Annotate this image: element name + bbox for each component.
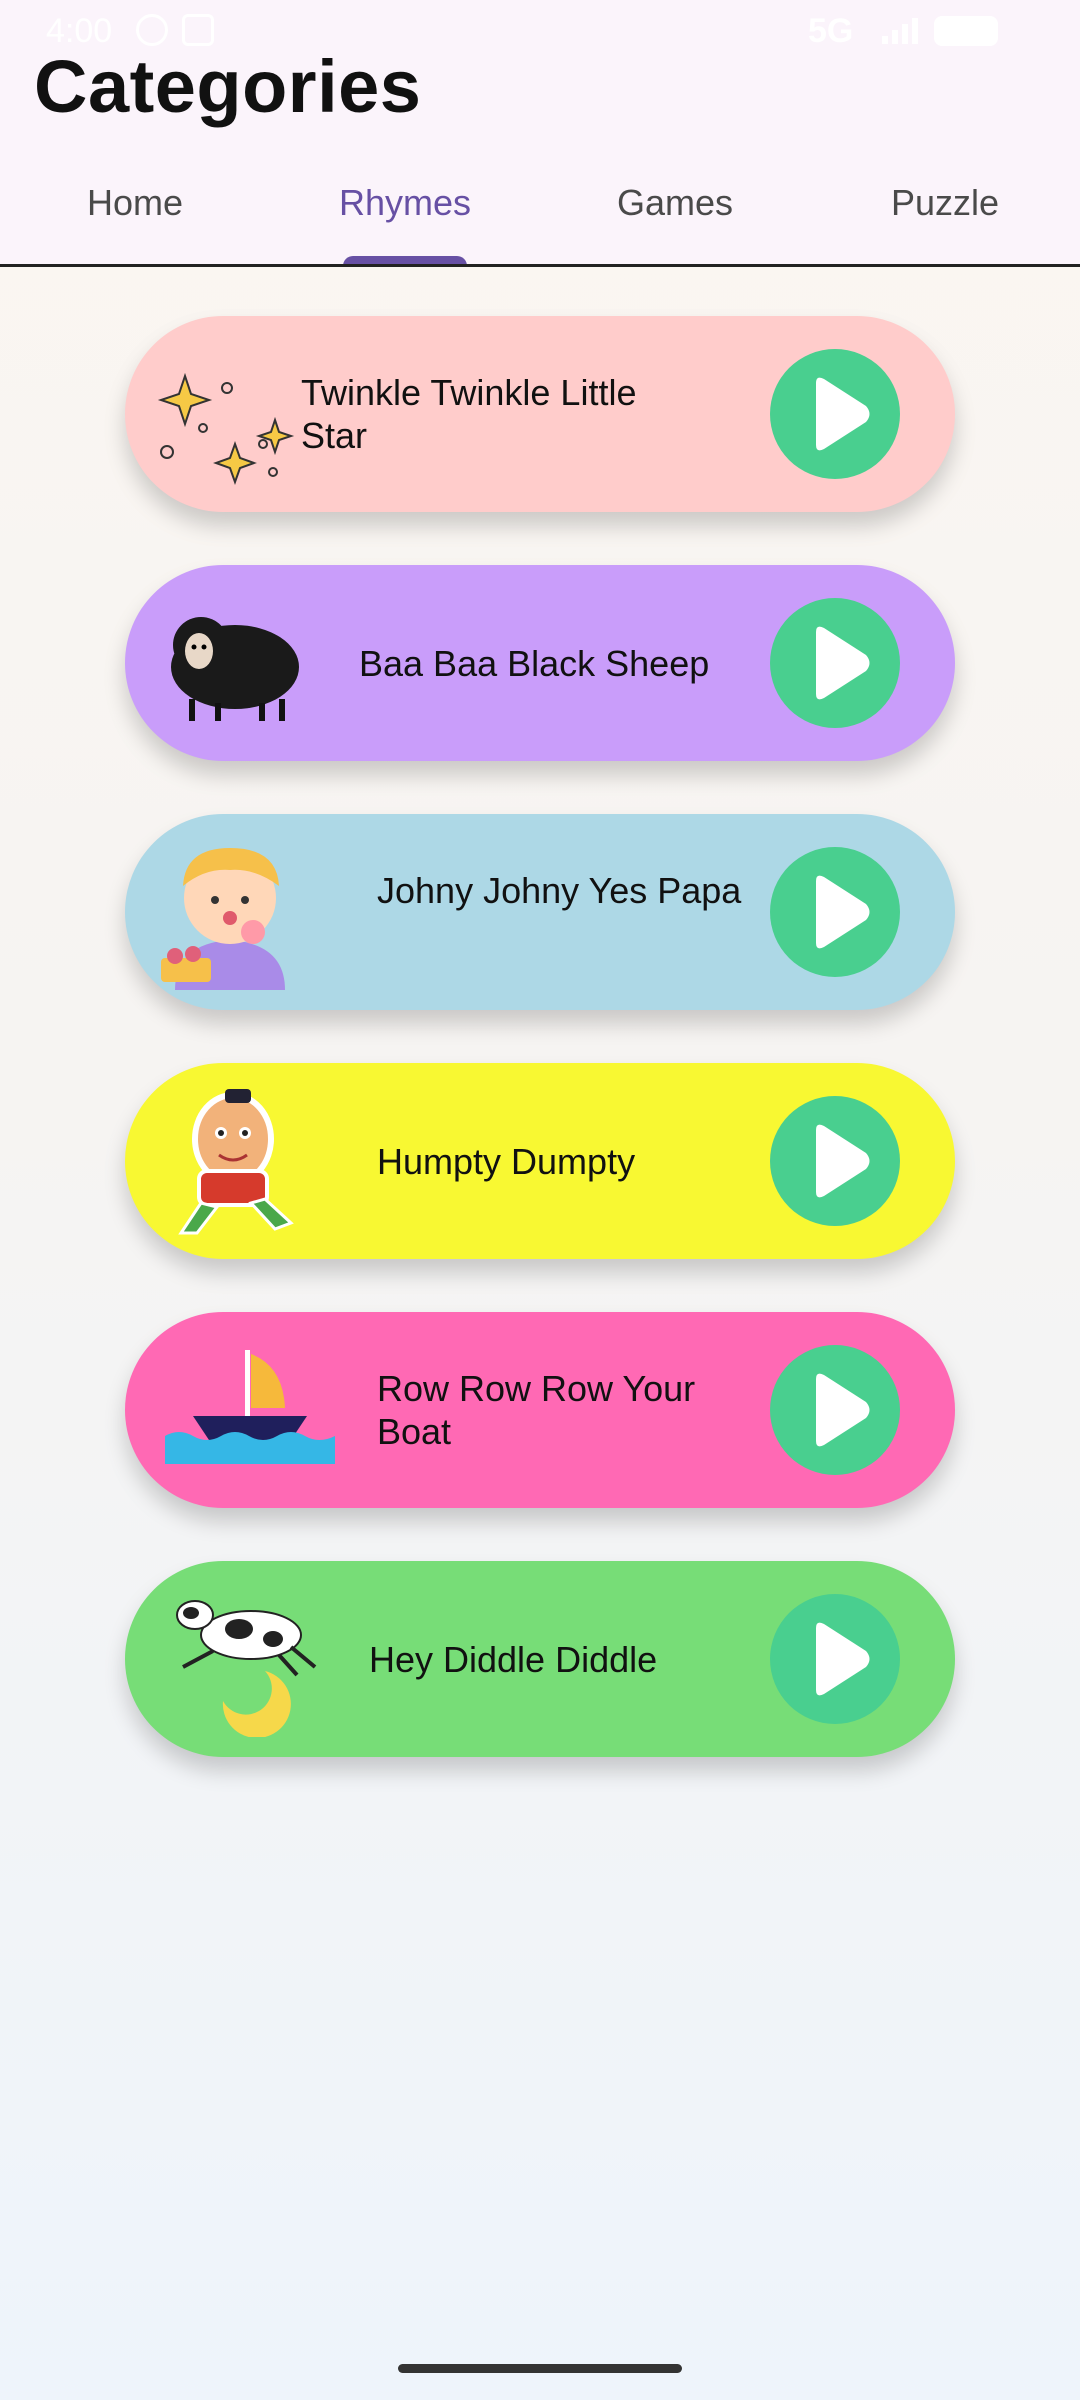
stars-icon (157, 372, 295, 485)
play-icon (816, 1124, 870, 1198)
rhyme-title: Row Row Row Your Boat (377, 1368, 696, 1452)
rhyme-card-johny-johny[interactable]: Johny Johny Yes Papa (125, 814, 955, 1010)
play-button[interactable] (770, 847, 900, 977)
play-button[interactable] (770, 1096, 900, 1226)
black-sheep-icon (171, 617, 299, 721)
play-button[interactable] (770, 349, 900, 479)
play-icon (816, 377, 870, 451)
page-title: Categories (34, 45, 422, 128)
shield-icon (182, 14, 214, 46)
notification-icon (136, 14, 168, 46)
rhyme-card-baa-baa[interactable]: Baa Baa Black Sheep (125, 565, 955, 761)
rhyme-card-humpty-dumpty[interactable]: Humpty Dumpty (125, 1063, 955, 1259)
home-indicator[interactable] (398, 2364, 682, 2373)
play-button[interactable] (770, 1594, 900, 1724)
app-header: 4:00 5G Categories Home Rhymes Games Puz… (0, 0, 1080, 267)
rhyme-title: Baa Baa Black Sheep (359, 643, 710, 684)
rhyme-title: Humpty Dumpty (377, 1141, 636, 1182)
humpty-dumpty-icon (178, 1089, 294, 1235)
boy-eating-icon (161, 848, 285, 990)
cow-moon-icon (176, 1600, 317, 1737)
tab-home[interactable]: Home (0, 170, 270, 266)
signal-icon (882, 18, 918, 44)
rhyme-card-twinkle[interactable]: Twinkle Twinkle Little Star (125, 316, 955, 512)
rhyme-title: Twinkle Twinkle Little Star (301, 372, 637, 456)
battery-icon (934, 16, 998, 46)
rhyme-card-hey-diddle[interactable]: Hey Diddle Diddle (125, 1561, 955, 1757)
tab-games[interactable]: Games (540, 170, 810, 266)
sailboat-icon (165, 1350, 335, 1464)
play-icon (816, 1373, 870, 1447)
play-button[interactable] (770, 598, 900, 728)
play-icon (816, 1622, 870, 1696)
tab-rhymes[interactable]: Rhymes (270, 170, 540, 266)
network-type: 5G (808, 12, 854, 50)
category-tabs: Home Rhymes Games Puzzle (0, 170, 1080, 266)
play-icon (816, 626, 870, 700)
play-button[interactable] (770, 1345, 900, 1475)
play-icon (816, 875, 870, 949)
rhyme-title: Hey Diddle Diddle (369, 1639, 658, 1680)
tab-puzzle[interactable]: Puzzle (810, 170, 1080, 266)
rhyme-card-row-boat[interactable]: Row Row Row Your Boat (125, 1312, 955, 1508)
rhyme-title: Johny Johny Yes Papa (377, 870, 742, 911)
tabs-divider (0, 264, 1080, 267)
